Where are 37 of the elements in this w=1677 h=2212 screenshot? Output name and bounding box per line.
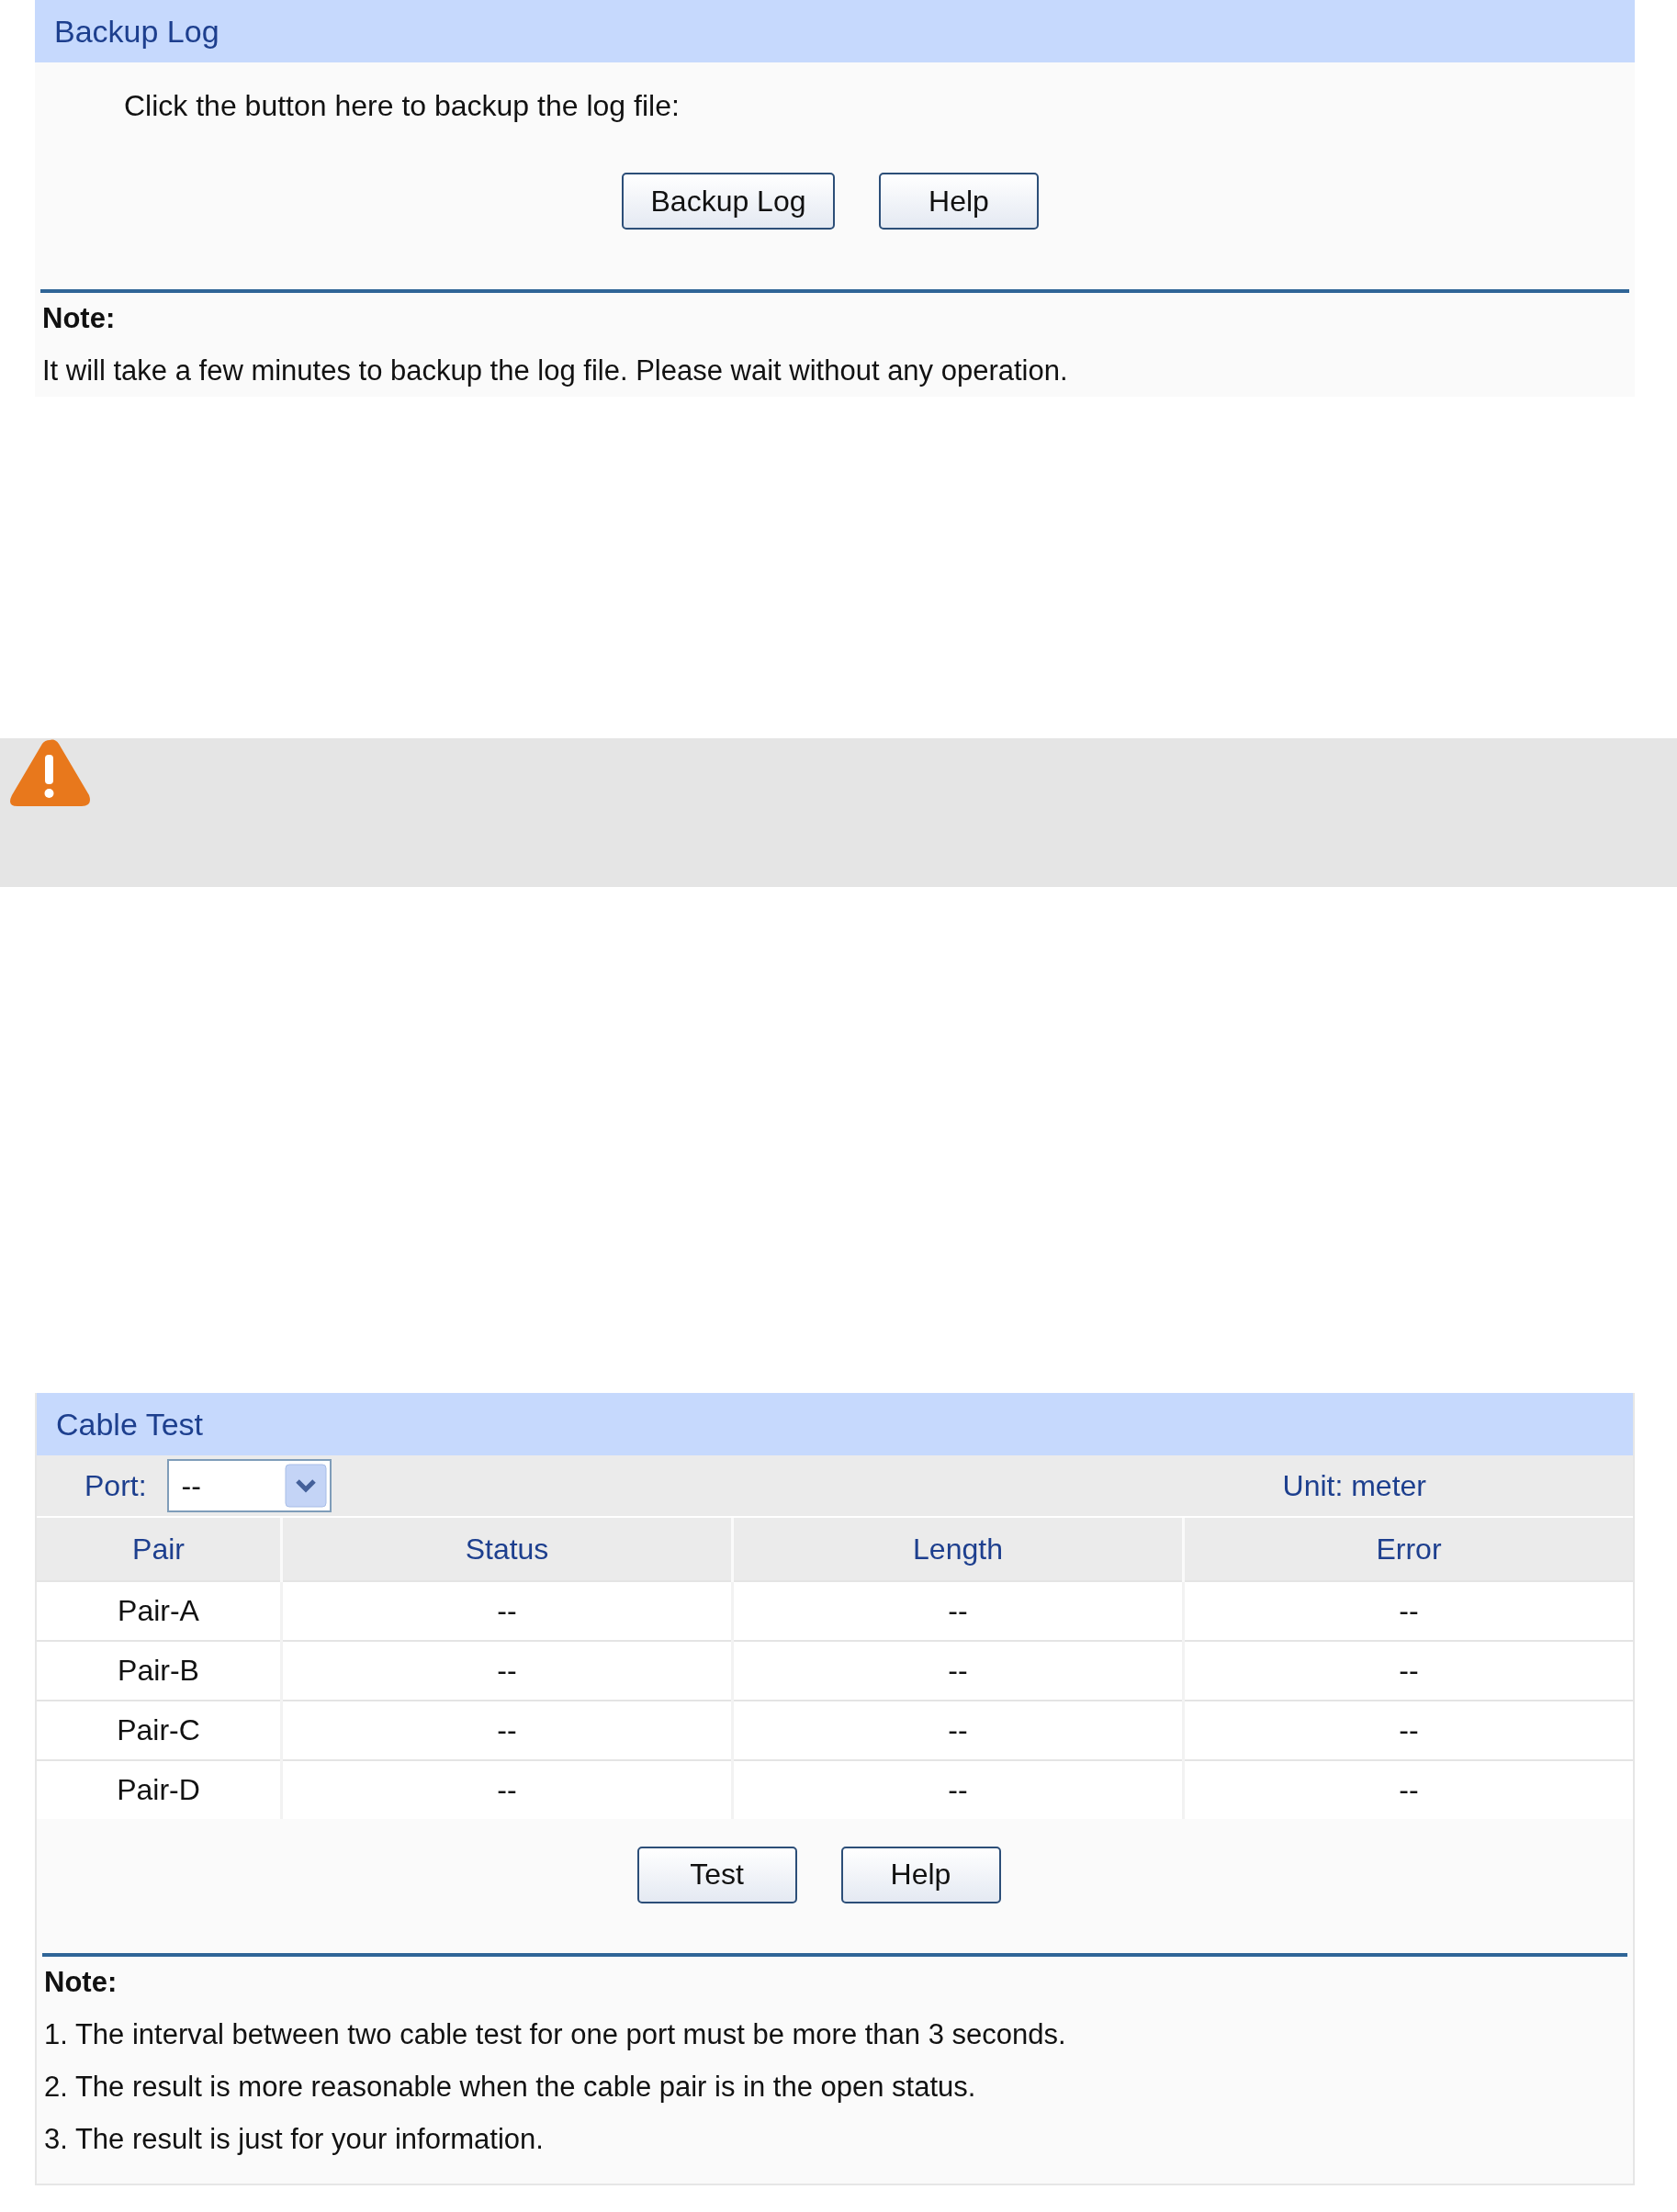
- note-text: 2. The result is more reasonable when the cable pair is in the open status.: [44, 2069, 977, 2105]
- table-cell: Pair-D: [37, 1760, 282, 1819]
- instruction-text: Click the button here to backup the log file:: [123, 87, 681, 124]
- table-cell: --: [732, 1581, 1184, 1641]
- table-cell: --: [281, 1760, 733, 1819]
- column-header: Status: [281, 1518, 733, 1581]
- port-dropdown[interactable]: --: [166, 1459, 332, 1512]
- note-text: It will take a few minutes to backup the log file. Please wait without any operation.: [42, 353, 1069, 388]
- column-header: Length: [732, 1518, 1184, 1581]
- table-cell: --: [1183, 1581, 1633, 1641]
- help-button[interactable]: Help: [840, 1846, 1001, 1903]
- table-cell: --: [1183, 1701, 1633, 1760]
- table-cell: --: [1183, 1641, 1633, 1701]
- column-header: Pair: [37, 1518, 282, 1581]
- action-button[interactable]: Test: [636, 1846, 797, 1903]
- table-cell: Pair-A: [37, 1581, 282, 1641]
- table-cell: --: [281, 1701, 733, 1760]
- table-cell: --: [732, 1701, 1184, 1760]
- panel-title: Backup Log: [35, 0, 1635, 62]
- panel-title: Cable Test: [37, 1393, 1633, 1455]
- table-cell: --: [281, 1641, 733, 1701]
- note-text: 1. The interval between two cable test for one port must be more than 3 seconds.: [44, 2016, 1067, 2052]
- note-text: 3. The result is just for your information.: [44, 2121, 545, 2157]
- warning-icon: [8, 738, 91, 808]
- table-cell: --: [1183, 1760, 1633, 1819]
- port-label: Port:: [84, 1468, 147, 1503]
- table-cell: --: [732, 1760, 1184, 1819]
- action-button[interactable]: Backup Log: [622, 173, 835, 230]
- note-heading: Note:: [42, 301, 117, 336]
- table-cell: Pair-B: [37, 1641, 282, 1701]
- column-header: Error: [1183, 1518, 1633, 1581]
- unit-label: Unit: meter: [1282, 1468, 1426, 1503]
- note-heading: Note:: [44, 1965, 118, 2000]
- table-cell: --: [732, 1641, 1184, 1701]
- table-cell: --: [281, 1581, 733, 1641]
- help-button[interactable]: Help: [879, 173, 1039, 230]
- table-cell: Pair-C: [37, 1701, 282, 1760]
